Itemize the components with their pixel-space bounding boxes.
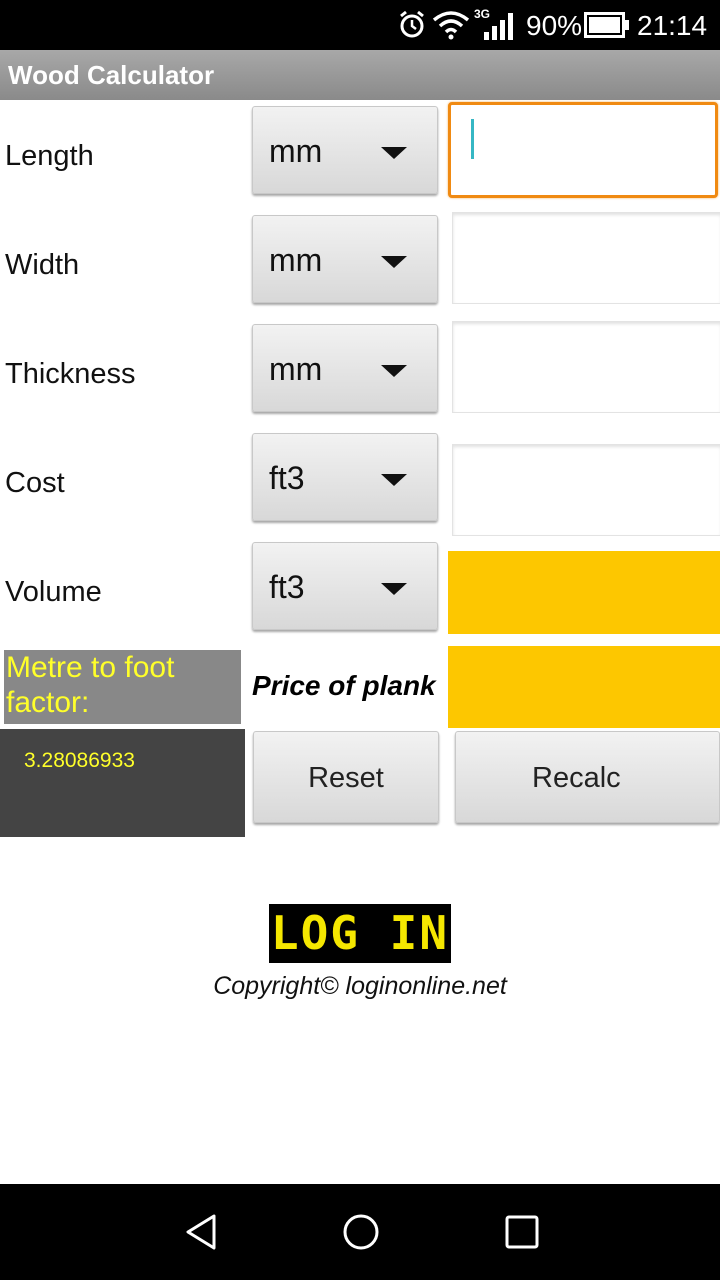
length-input[interactable] [448,102,718,198]
status-bar: 3G 90% 21:14 [0,0,720,50]
width-unit-value: mm [269,242,323,278]
login-logo: LOG IN [269,904,451,963]
app-title-bar: Wood Calculator [0,50,720,100]
volume-unit-value: ft3 [269,569,305,605]
dropdown-arrow-icon [381,147,407,159]
thickness-unit-spinner[interactable]: mm [252,324,438,412]
home-icon[interactable] [341,1212,381,1252]
length-label: Length [5,140,94,172]
cost-input[interactable] [452,444,720,536]
width-label: Width [5,249,80,281]
width-input[interactable] [452,212,720,304]
cost-label: Cost [5,467,65,499]
price-label: Price of plank [252,670,436,701]
battery-percent: 90% [526,10,583,41]
factor-value: 3.28086933 [24,749,135,772]
reset-button[interactable]: Reset [253,731,439,823]
battery-icon [584,12,629,38]
recents-icon[interactable] [502,1212,542,1252]
thickness-input[interactable] [452,321,720,413]
wifi-icon [432,11,470,40]
copyright-text: Copyright© loginonline.net [213,972,507,1000]
logo-text: LOG IN [270,906,450,960]
thickness-label: Thickness [5,358,136,390]
dropdown-arrow-icon [381,365,407,377]
alarm-icon [400,10,424,38]
clock: 21:14 [637,10,708,41]
volume-unit-spinner[interactable]: ft3 [252,542,438,630]
volume-label: Volume [5,576,102,608]
factor-label: Metre to foot factor: [4,650,241,724]
navigation-bar [0,1184,720,1280]
dropdown-arrow-icon [381,474,407,486]
price-result [448,646,720,728]
dropdown-arrow-icon [381,583,407,595]
back-icon[interactable] [182,1212,222,1252]
length-unit-value: mm [269,133,323,169]
signal-icon [484,13,513,40]
cost-unit-spinner[interactable]: ft3 [252,433,438,521]
length-unit-spinner[interactable]: mm [252,106,438,194]
text-cursor [471,119,474,159]
recalc-button[interactable]: Recalc [455,731,720,823]
width-unit-spinner[interactable]: mm [252,215,438,303]
factor-value-box: 3.28086933 [0,729,245,837]
app-title: Wood Calculator [8,60,215,90]
cost-unit-value: ft3 [269,460,305,496]
dropdown-arrow-icon [381,256,407,268]
volume-result [448,551,720,634]
thickness-unit-value: mm [269,351,323,387]
